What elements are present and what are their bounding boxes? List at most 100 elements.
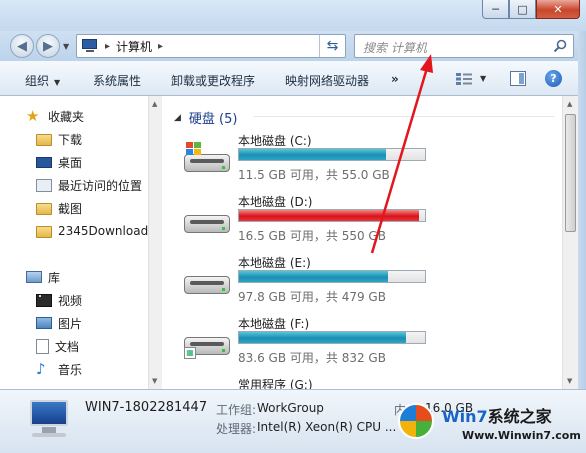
drive-item-f[interactable]: ▦ 本地磁盘 (F:) 83.6 GB 可用，共 832 GB: [162, 315, 562, 377]
sidebar-item-downloads[interactable]: 下载: [36, 129, 82, 149]
drive-usage-bar: [238, 331, 426, 344]
sidebar-item-videos[interactable]: 视频: [36, 290, 82, 310]
chevron-down-icon[interactable]: ▼: [480, 74, 486, 83]
address-bar[interactable]: ▸ 计算机 ▸ ⇆: [76, 34, 346, 58]
workgroup-label: 工作组:: [216, 403, 257, 417]
drive-usage-fill: [239, 210, 420, 221]
scroll-up-icon[interactable]: ▲: [152, 100, 157, 108]
sidebar-item-favorites[interactable]: ★ 收藏夹: [26, 106, 84, 126]
sidebar-item-label: 2345Downloads: [58, 224, 155, 238]
drive-usage-fill: [239, 332, 407, 343]
sidebar-item-label: 库: [48, 270, 61, 285]
sidebar-item-screenshots[interactable]: 截图: [36, 198, 82, 218]
drive-name: 本地磁盘 (E:): [238, 256, 311, 270]
search-icon[interactable]: [553, 39, 567, 53]
drive-space-info: 97.8 GB 可用，共 479 GB: [238, 290, 386, 304]
star-icon: ★: [26, 107, 40, 125]
sidebar-item-label: 视频: [58, 293, 83, 308]
change-view-icon[interactable]: [455, 72, 473, 86]
hard-drive-icon: [184, 209, 230, 237]
folder-icon: [36, 203, 52, 215]
refresh-icon: ⇆: [326, 38, 339, 54]
back-button[interactable]: ◀: [10, 34, 34, 58]
title-bar: ─ □ ✕: [0, 0, 586, 31]
desktop-icon: [36, 156, 52, 168]
video-icon: [36, 293, 52, 307]
breadcrumb-separator[interactable]: ▸: [105, 41, 110, 52]
computer-icon: [81, 39, 99, 53]
preview-pane-icon[interactable]: [510, 71, 526, 86]
sidebar-item-pictures[interactable]: 图片: [36, 313, 82, 333]
back-arrow-icon: ◀: [17, 38, 27, 54]
organize-button[interactable]: 组织 ▼: [25, 72, 60, 89]
close-button[interactable]: ✕: [536, 0, 580, 19]
drive-usage-fill: [239, 271, 388, 282]
navigation-bar: ◀ ▶ ▼ ▸ 计算机 ▸ ⇆ 搜索 计算机: [0, 31, 586, 61]
drive-name: 本地磁盘 (F:): [238, 317, 310, 331]
map-network-drive-button[interactable]: 映射网络驱动器: [285, 72, 369, 89]
more-commands-button[interactable]: »: [391, 72, 399, 86]
sidebar-scrollbar[interactable]: ▲ ▼: [148, 96, 162, 389]
watermark-brand-a: Win7: [442, 407, 488, 426]
windows-logo-icon: [398, 403, 434, 439]
drive-usage-bar: [238, 209, 426, 222]
computer-name: WIN7-1802281447: [85, 400, 208, 415]
navigation-pane: ★ 收藏夹 下载 桌面 最近访问的位置 截图 2345Downloads 库 视…: [0, 96, 161, 389]
scroll-down-icon[interactable]: ▼: [567, 377, 572, 385]
sidebar-item-2345downloads[interactable]: 2345Downloads: [36, 221, 154, 241]
drive-space-info: 11.5 GB 可用，共 55.0 GB: [238, 168, 390, 182]
sidebar-item-music[interactable]: ♪ 音乐: [36, 359, 82, 379]
scroll-up-icon[interactable]: ▲: [567, 100, 572, 108]
drive-item-g[interactable]: 常用程序 (G:): [162, 376, 562, 389]
drive-space-info: 83.6 GB 可用，共 832 GB: [238, 351, 386, 365]
watermark-brand-b: 系统之家: [487, 407, 552, 426]
library-icon: [26, 271, 42, 283]
sidebar-item-label: 最近访问的位置: [58, 178, 143, 193]
hard-drive-icon: [184, 270, 230, 298]
organize-label: 组织: [25, 74, 50, 88]
forward-arrow-icon: ▶: [43, 38, 53, 54]
sidebar-item-label: 下载: [58, 132, 83, 147]
drive-usage-fill: [239, 149, 386, 160]
group-divider: [254, 116, 554, 117]
sidebar-item-documents[interactable]: 文档: [36, 336, 79, 356]
sidebar-item-recent-places[interactable]: 最近访问的位置: [36, 175, 142, 195]
breadcrumb-separator[interactable]: ▸: [158, 41, 163, 52]
drive-usage-bar: [238, 148, 426, 161]
drive-name: 本地磁盘 (D:): [238, 195, 313, 209]
drive-item-e[interactable]: 本地磁盘 (E:) 97.8 GB 可用，共 479 GB: [162, 254, 562, 316]
sidebar-item-desktop[interactable]: 桌面: [36, 152, 82, 172]
computer-icon: [26, 400, 72, 440]
scroll-down-icon[interactable]: ▼: [152, 377, 157, 385]
system-properties-button[interactable]: 系统属性: [93, 72, 141, 89]
breadcrumb-computer[interactable]: 计算机: [116, 38, 152, 55]
drive-item-c[interactable]: 本地磁盘 (C:) 11.5 GB 可用，共 55.0 GB: [162, 132, 562, 194]
maximize-button[interactable]: □: [509, 0, 536, 19]
content-scrollbar[interactable]: ▲ ▼: [562, 96, 578, 389]
recent-pages-dropdown[interactable]: ▼: [63, 42, 69, 51]
watermark-brand: Win7系统之家: [442, 403, 552, 427]
drive-usage-bar: [238, 270, 426, 283]
drive-space-info: 16.5 GB 可用，共 550 GB: [238, 229, 386, 243]
search-input[interactable]: 搜索 计算机: [354, 34, 574, 58]
search-placeholder: 搜索 计算机: [363, 41, 427, 55]
processor-label: 处理器:: [216, 422, 257, 436]
scrollbar-thumb[interactable]: [565, 114, 576, 232]
folder-icon: [36, 134, 52, 146]
drive-item-d[interactable]: 本地磁盘 (D:) 16.5 GB 可用，共 550 GB: [162, 193, 562, 255]
sidebar-item-libraries[interactable]: 库: [26, 267, 60, 287]
sidebar-item-label: 文档: [55, 339, 80, 354]
collapse-triangle-icon[interactable]: ◢: [174, 113, 181, 123]
recent-places-icon: [36, 178, 52, 192]
uninstall-program-button[interactable]: 卸载或更改程序: [171, 72, 255, 89]
watermark-url: Www.Winwin7.com: [462, 429, 581, 442]
help-icon[interactable]: ?: [545, 70, 562, 87]
sidebar-item-label: 截图: [58, 201, 83, 216]
sidebar-item-label: 音乐: [58, 362, 83, 377]
processor-value: Intel(R) Xeon(R) CPU ...: [257, 420, 397, 434]
system-drive-icon: [184, 142, 230, 176]
forward-button[interactable]: ▶: [36, 34, 60, 58]
refresh-button[interactable]: ⇆: [319, 35, 345, 57]
group-header-hard-drives[interactable]: ◢ 硬盘 (5): [174, 108, 237, 127]
minimize-button[interactable]: ─: [482, 0, 509, 19]
